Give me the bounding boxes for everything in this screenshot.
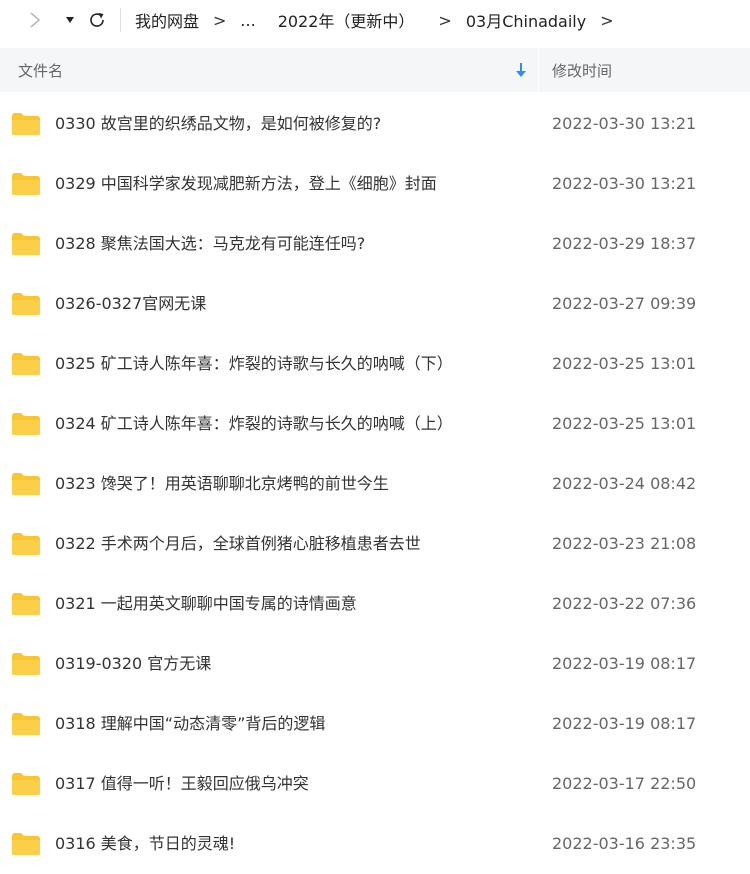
file-modified-time: 2022-03-22 07:36 — [552, 594, 697, 613]
folder-icon — [10, 772, 41, 796]
toolbar-divider — [120, 8, 121, 32]
file-row[interactable]: 0321 一起用英文聊聊中国专属的诗情画意 2022-03-22 07:36 — [0, 574, 750, 634]
caret-down-icon[interactable] — [62, 0, 78, 40]
file-modified-time: 2022-03-25 13:01 — [552, 354, 697, 373]
sort-down-arrow-icon[interactable] — [514, 60, 528, 80]
file-row[interactable]: 0325 矿工诗人陈年喜：炸裂的诗歌与长久的呐喊（下） 2022-03-25 13… — [0, 334, 750, 394]
file-modified-time: 2022-03-17 22:50 — [552, 774, 697, 793]
folder-icon — [10, 172, 41, 196]
file-name: 0319-0320 官方无课 — [55, 654, 212, 673]
file-row[interactable]: 0323 馋哭了！用英语聊聊北京烤鸭的前世今生 2022-03-24 08:42 — [0, 454, 750, 514]
file-row[interactable]: 0317 值得一听！王毅回应俄乌冲突 2022-03-17 22:50 — [0, 754, 750, 814]
file-row[interactable]: 0329 中国科学家发现减肥新方法，登上《细胞》封面 2022-03-30 13:… — [0, 154, 750, 214]
file-name: 0329 中国科学家发现减肥新方法，登上《细胞》封面 — [55, 174, 437, 193]
file-name: 0324 矿工诗人陈年喜：炸裂的诗歌与长久的呐喊（上） — [55, 414, 453, 433]
column-header-modified-label: 修改时间 — [552, 61, 613, 80]
file-list-header: 文件名 修改时间 — [0, 48, 750, 92]
column-header-name[interactable]: 文件名 — [0, 48, 538, 92]
toolbar: 我的网盘 > ... 2022年（更新中） > 03月Chinadaily > — [0, 0, 750, 40]
file-name: 0318 理解中国“动态清零”背后的逻辑 — [55, 714, 326, 733]
refresh-icon[interactable] — [86, 0, 108, 40]
breadcrumb-year[interactable]: 2022年（更新中） — [278, 8, 415, 32]
file-modified-time: 2022-03-30 13:21 — [552, 174, 697, 193]
folder-icon — [10, 232, 41, 256]
file-row[interactable]: 0319-0320 官方无课 2022-03-19 08:17 — [0, 634, 750, 694]
file-name: 0323 馋哭了！用英语聊聊北京烤鸭的前世今生 — [55, 474, 389, 493]
breadcrumb-separator: > — [438, 10, 452, 30]
folder-icon — [10, 472, 41, 496]
file-row[interactable]: 0316 美食，节日的灵魂! 2022-03-16 23:35 — [0, 814, 750, 874]
file-modified-time: 2022-03-23 21:08 — [552, 534, 697, 553]
file-list: 0330 故宫里的织绣品文物，是如何被修复的? 2022-03-30 13:21 0… — [0, 94, 750, 874]
column-header-modified[interactable]: 修改时间 — [552, 48, 612, 92]
file-name: 0326-0327官网无课 — [55, 294, 207, 313]
breadcrumb-separator: > — [600, 10, 614, 30]
file-modified-time: 2022-03-30 13:21 — [552, 114, 697, 133]
file-name: 0328 聚焦法国大选：马克龙有可能连任吗? — [55, 234, 366, 253]
file-name: 0330 故宫里的织绣品文物，是如何被修复的? — [55, 114, 382, 133]
file-name: 0325 矿工诗人陈年喜：炸裂的诗歌与长久的呐喊（下） — [55, 354, 453, 373]
folder-icon — [10, 352, 41, 376]
file-row[interactable]: 0324 矿工诗人陈年喜：炸裂的诗歌与长久的呐喊（上） 2022-03-25 13… — [0, 394, 750, 454]
folder-icon — [10, 592, 41, 616]
breadcrumb-root[interactable]: 我的网盘 — [135, 8, 199, 32]
folder-icon — [10, 292, 41, 316]
breadcrumb-month[interactable]: 03月Chinadaily — [466, 8, 586, 32]
file-row[interactable]: 0328 聚焦法国大选：马克龙有可能连任吗? 2022-03-29 18:37 — [0, 214, 750, 274]
file-modified-time: 2022-03-27 09:39 — [552, 294, 697, 313]
breadcrumb-ellipsis[interactable]: ... — [240, 11, 255, 30]
folder-icon — [10, 832, 41, 856]
chevron-right-icon[interactable] — [22, 0, 48, 40]
folder-icon — [10, 112, 41, 136]
file-modified-time: 2022-03-24 08:42 — [552, 474, 697, 493]
folder-icon — [10, 412, 41, 436]
file-name: 0316 美食，节日的灵魂! — [55, 834, 236, 853]
file-modified-time: 2022-03-19 08:17 — [552, 714, 697, 733]
file-modified-time: 2022-03-16 23:35 — [552, 834, 697, 853]
file-modified-time: 2022-03-29 18:37 — [552, 234, 697, 253]
file-row[interactable]: 0322 手术两个月后，全球首例猪心脏移植患者去世 2022-03-23 21:0… — [0, 514, 750, 574]
file-name: 0322 手术两个月后，全球首例猪心脏移植患者去世 — [55, 534, 421, 553]
column-divider[interactable] — [538, 48, 539, 92]
file-modified-time: 2022-03-25 13:01 — [552, 414, 697, 433]
file-row[interactable]: 0330 故宫里的织绣品文物，是如何被修复的? 2022-03-30 13:21 — [0, 94, 750, 154]
file-name: 0321 一起用英文聊聊中国专属的诗情画意 — [55, 594, 357, 613]
file-name: 0317 值得一听！王毅回应俄乌冲突 — [55, 774, 309, 793]
column-header-name-label: 文件名 — [18, 61, 64, 80]
breadcrumb-separator: > — [213, 10, 227, 30]
file-row[interactable]: 0318 理解中国“动态清零”背后的逻辑 2022-03-19 08:17 — [0, 694, 750, 754]
folder-icon — [10, 652, 41, 676]
folder-icon — [10, 712, 41, 736]
file-modified-time: 2022-03-19 08:17 — [552, 654, 697, 673]
file-row[interactable]: 0326-0327官网无课 2022-03-27 09:39 — [0, 274, 750, 334]
folder-icon — [10, 532, 41, 556]
